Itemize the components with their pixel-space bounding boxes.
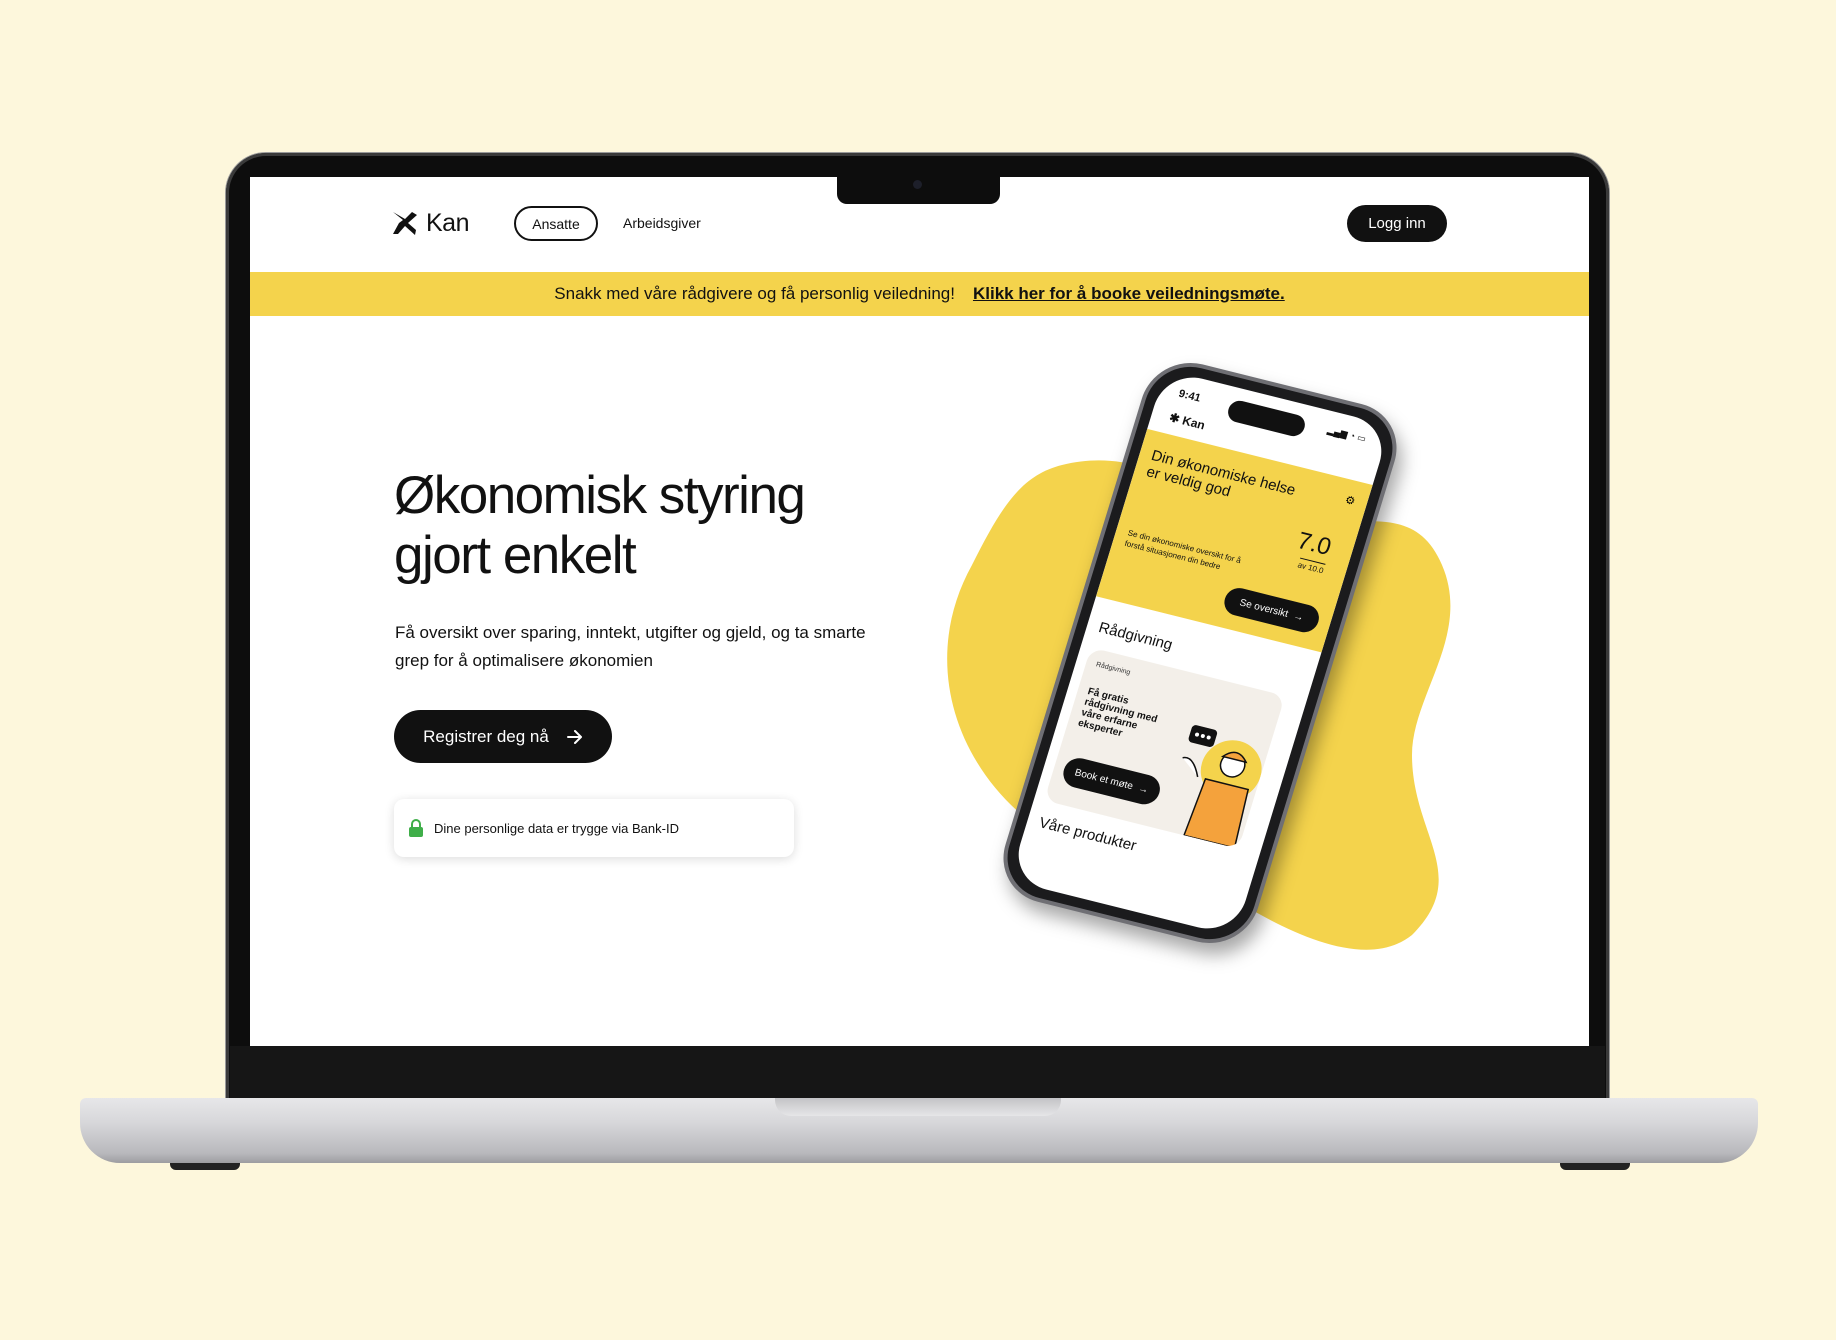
phone-logo: ✱ Kan	[1167, 410, 1207, 433]
hero-subtitle-line2: grep for å optimalisere økonomien	[395, 651, 653, 670]
tab-arbeidsgiver[interactable]: Arbeidsgiver	[623, 215, 701, 231]
promo-banner: Snakk med våre rådgivere og få personlig…	[250, 272, 1589, 316]
register-button-label: Registrer deg nå	[423, 726, 549, 746]
arrow-right-icon: →	[1136, 782, 1150, 796]
register-button[interactable]: Registrer deg nå	[394, 710, 612, 763]
hero-title-line2: gjort enkelt	[394, 526, 637, 585]
camera-icon	[913, 180, 922, 189]
kan-logo-icon	[393, 212, 417, 235]
health-card-title: Din økonomiske helse er veldig god	[1144, 447, 1298, 501]
hero-title: Økonomisk styring gjort enkelt	[394, 466, 914, 586]
overview-button[interactable]: Se oversikt →	[1220, 585, 1323, 636]
book-meeting-label: Book et møte	[1073, 766, 1135, 792]
tab-ansatte[interactable]: Ansatte	[514, 206, 598, 241]
laptop-opening-notch	[775, 1098, 1061, 1116]
dynamic-island	[1225, 398, 1308, 439]
hero-title-line1: Økonomisk styring	[394, 466, 806, 525]
login-button[interactable]: Logg inn	[1347, 205, 1447, 242]
arrow-right-icon: →	[1292, 610, 1306, 624]
hero-subtitle-line1: Få oversikt over sparing, inntekt, utgif…	[395, 623, 866, 642]
laptop-foot-left	[170, 1163, 240, 1170]
phone-time: 9:41	[1177, 387, 1203, 405]
health-card: Din økonomiske helse er veldig god ⚙ 7.0…	[1096, 428, 1373, 653]
health-card-text: Se din økonomiske oversikt for å forstå …	[1123, 528, 1243, 572]
banner-text: Snakk med våre rådgivere og få personlig…	[554, 284, 955, 303]
advice-tag: Rådgivning	[1095, 661, 1132, 677]
camera-notch	[837, 177, 1000, 204]
logo-text: Kan	[426, 208, 469, 237]
arrow-right-icon	[566, 729, 582, 744]
settings-icon[interactable]: ⚙	[1343, 493, 1356, 508]
logo[interactable]: Kan	[390, 208, 469, 238]
hero-subtitle: Få oversikt over sparing, inntekt, utgif…	[395, 619, 895, 675]
laptop-screen: Kan Ansatte Arbeidsgiver Logg inn Snakk …	[250, 177, 1589, 1046]
overview-button-label: Se oversikt	[1238, 596, 1290, 620]
advice-card: Rådgivning Få gratis rådgivning med våre…	[1044, 647, 1286, 849]
bankid-trust-card: Dine personlige data er trygge via Bank-…	[394, 799, 794, 857]
trust-text: Dine personlige data er trygge via Bank-…	[434, 820, 679, 836]
banner-booking-link[interactable]: Klikk her for å booke veiledningsmøte.	[973, 284, 1285, 304]
section-title-advice: Rådgivning	[1096, 619, 1175, 654]
phone-status-icons: ▂▄▆ ◔ ▭	[1326, 424, 1368, 444]
laptop-bezel	[230, 1046, 1605, 1101]
advice-text: Få gratis rådgivning med våre erfarne ek…	[1076, 686, 1159, 740]
laptop-foot-right	[1560, 1163, 1630, 1170]
lock-icon	[409, 819, 423, 837]
phone-logo-text: Kan	[1180, 413, 1207, 433]
